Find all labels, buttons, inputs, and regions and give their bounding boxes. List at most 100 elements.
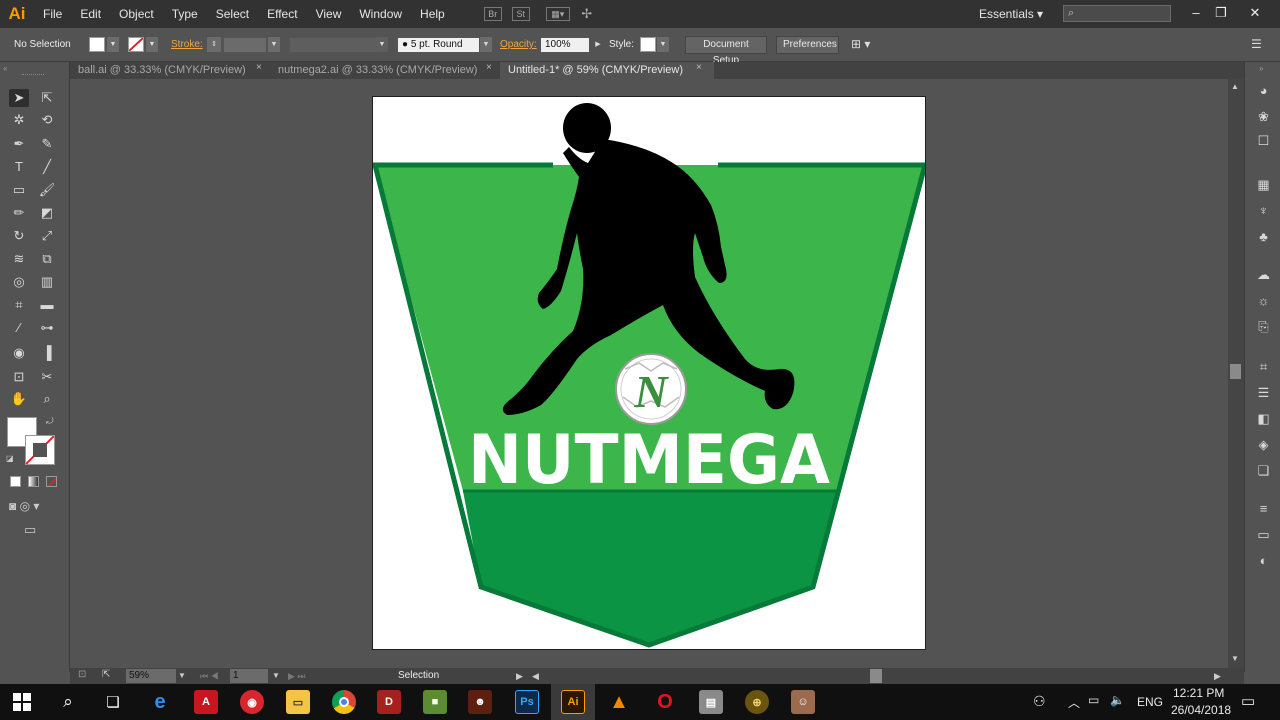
volume-icon[interactable]: 🔈 <box>1110 693 1125 707</box>
close-tab-icon[interactable]: × <box>256 62 262 73</box>
symbol-sprayer-tool-icon[interactable]: ◉ <box>9 344 29 362</box>
screen-mode-icon[interactable]: ▭ <box>24 522 36 538</box>
artboard-tool-icon[interactable]: ⊡ <box>9 368 29 386</box>
brush-definition[interactable]: ● 5 pt. Round <box>397 37 480 53</box>
gradient-panel-icon[interactable]: ▭ <box>1255 526 1272 543</box>
opera-icon[interactable]: O <box>653 690 677 714</box>
menu-effect[interactable]: Effect <box>258 0 306 28</box>
minecraft-icon[interactable]: ■ <box>423 690 447 714</box>
acrobat-icon[interactable]: A <box>194 690 218 714</box>
blend-tool-icon[interactable]: ⊶ <box>37 319 57 337</box>
document-info-icon[interactable] <box>1255 138 1272 155</box>
eyedropper-tool-icon[interactable]: ⁄ <box>9 319 29 337</box>
column-graph-tool-icon[interactable]: ▐ <box>37 344 57 362</box>
menu-file[interactable]: File <box>34 0 71 28</box>
scroll-up-icon[interactable]: ▲ <box>1231 82 1239 91</box>
eraser-tool-icon[interactable]: ◩ <box>37 204 57 222</box>
current-tool-status[interactable]: Selection <box>398 669 439 683</box>
gradient-tool-icon[interactable]: ▬ <box>37 296 57 314</box>
fill-swatch[interactable] <box>89 37 105 52</box>
artboard[interactable]: N NUTMEGA <box>372 96 926 650</box>
edge-icon[interactable]: e <box>148 690 172 714</box>
swatches-icon[interactable]: ▦ <box>1255 176 1272 193</box>
free-transform-tool-icon[interactable]: ⧉ <box>37 250 57 268</box>
language-indicator[interactable]: ENG <box>1137 695 1163 709</box>
last-artboard-icon[interactable]: ▶ ⏭ <box>288 669 306 683</box>
illustrator-icon[interactable]: Ai <box>561 690 585 714</box>
zoom-field[interactable]: 59% <box>126 669 176 683</box>
profile-dropdown-icon[interactable]: ▼ <box>376 37 388 52</box>
bridge-icon[interactable]: Br <box>483 7 502 21</box>
stroke-weight-dropdown-icon[interactable]: ▼ <box>268 37 280 52</box>
zoom-tool-icon[interactable]: ⌕ <box>37 390 57 408</box>
creative-cloud-icon[interactable]: ☁ <box>1255 266 1272 283</box>
magic-wand-tool-icon[interactable]: ✲ <box>9 111 29 129</box>
artboard-dropdown-icon[interactable]: ▼ <box>272 669 280 683</box>
search-icon[interactable]: ⌕ <box>56 690 80 714</box>
horizontal-scroll-thumb[interactable] <box>870 669 882 683</box>
mesh-tool-icon[interactable]: ⌗ <box>9 296 29 314</box>
curvature-tool-icon[interactable]: ✎ <box>37 135 57 153</box>
menu-view[interactable]: View <box>307 0 351 28</box>
opacity-field[interactable]: 100% <box>540 37 590 53</box>
vertical-scroll-thumb[interactable] <box>1230 364 1241 379</box>
tab-nutmega2[interactable]: nutmega2.ai @ 33.33% (CMYK/Preview) <box>270 62 498 79</box>
layers-icon[interactable]: ◈ <box>1255 436 1272 453</box>
symbols-icon[interactable]: ♣ <box>1255 228 1272 245</box>
action-center-icon[interactable]: ▭ <box>1241 692 1255 710</box>
panel-menu-icon[interactable]: ☰ <box>1251 37 1262 51</box>
start-icon[interactable] <box>10 690 34 714</box>
workspace-switcher[interactable]: Essentials ▾ <box>979 7 1043 21</box>
style-dropdown-icon[interactable]: ▼ <box>657 37 669 52</box>
stroke-label[interactable]: Stroke: <box>171 39 203 50</box>
line-tool-icon[interactable]: ╱ <box>37 158 57 176</box>
gradient-mode-icon[interactable] <box>28 476 39 487</box>
close-tab-icon[interactable]: × <box>486 62 492 73</box>
preferences-button[interactable]: Preferences <box>776 36 839 54</box>
type-tool-icon[interactable]: T <box>9 158 29 176</box>
status-menu-icon[interactable]: ▶ <box>516 669 523 683</box>
opacity-label[interactable]: Opacity: <box>500 39 537 50</box>
slice-tool-icon[interactable]: ✂ <box>37 368 57 386</box>
dota-icon[interactable]: D <box>377 690 401 714</box>
task-view-icon[interactable]: ❏ <box>101 690 125 714</box>
tab-ball[interactable]: ball.ai @ 33.33% (CMYK/Preview) <box>70 62 270 79</box>
clock-time[interactable]: 12:21 PM <box>1173 686 1224 700</box>
variable-width-profile[interactable] <box>289 37 377 53</box>
stroke-weight-stepper[interactable]: ⇕ <box>207 37 221 52</box>
align-options-icon[interactable]: ⊞ ▾ <box>851 37 870 51</box>
shape-builder-tool-icon[interactable]: ◎ <box>9 273 29 291</box>
stroke-dropdown-icon[interactable]: ▼ <box>146 37 158 52</box>
selection-tool-icon[interactable]: ➤ <box>9 89 29 107</box>
collapse-panel-icon[interactable]: « <box>3 64 7 73</box>
swap-colors-icon[interactable]: ⤾ <box>46 416 54 427</box>
expand-panels-icon[interactable]: » <box>1259 64 1263 73</box>
stroke-swatch[interactable] <box>128 37 144 52</box>
perspective-grid-tool-icon[interactable]: ▥ <box>37 273 57 291</box>
rotate-tool-icon[interactable]: ↻ <box>9 227 29 245</box>
chrome-icon[interactable] <box>332 690 356 714</box>
stock-icon[interactable]: St <box>511 7 530 21</box>
color-guide-icon[interactable]: ❀ <box>1255 108 1272 125</box>
tab-untitled-1[interactable]: Untitled-1* @ 59% (CMYK/Preview) <box>500 62 714 79</box>
panel-grip[interactable] <box>22 74 44 77</box>
menu-type[interactable]: Type <box>163 0 207 28</box>
photo-icon[interactable]: ☺ <box>791 690 815 714</box>
transform-icon[interactable]: ⌗ <box>1255 358 1272 375</box>
scroll-right-icon[interactable]: ▶ <box>1214 669 1221 683</box>
installer-icon[interactable]: ▤ <box>699 690 723 714</box>
drawing-modes-icon[interactable]: ◙ ◎ ▾ <box>9 499 39 513</box>
paintbrush-tool-icon[interactable]: 🖌 <box>37 181 57 199</box>
zoom-dropdown-icon[interactable]: ▼ <box>178 669 186 683</box>
pencil-tool-icon[interactable]: ✏ <box>9 204 29 222</box>
stroke-weight-field[interactable] <box>223 37 267 53</box>
stroke-color-box[interactable] <box>25 435 55 465</box>
pathfinder-icon[interactable]: ◧ <box>1255 410 1272 427</box>
vlc-icon[interactable]: ▲ <box>607 690 631 714</box>
scale-tool-icon[interactable]: ⤢ <box>37 227 57 245</box>
artboards-icon[interactable]: ❏ <box>1255 462 1272 479</box>
arrange-documents-icon[interactable]: ▦▾ <box>545 7 570 21</box>
menu-edit[interactable]: Edit <box>71 0 110 28</box>
artboard-number-field[interactable]: 1 <box>230 669 268 683</box>
menu-object[interactable]: Object <box>110 0 163 28</box>
